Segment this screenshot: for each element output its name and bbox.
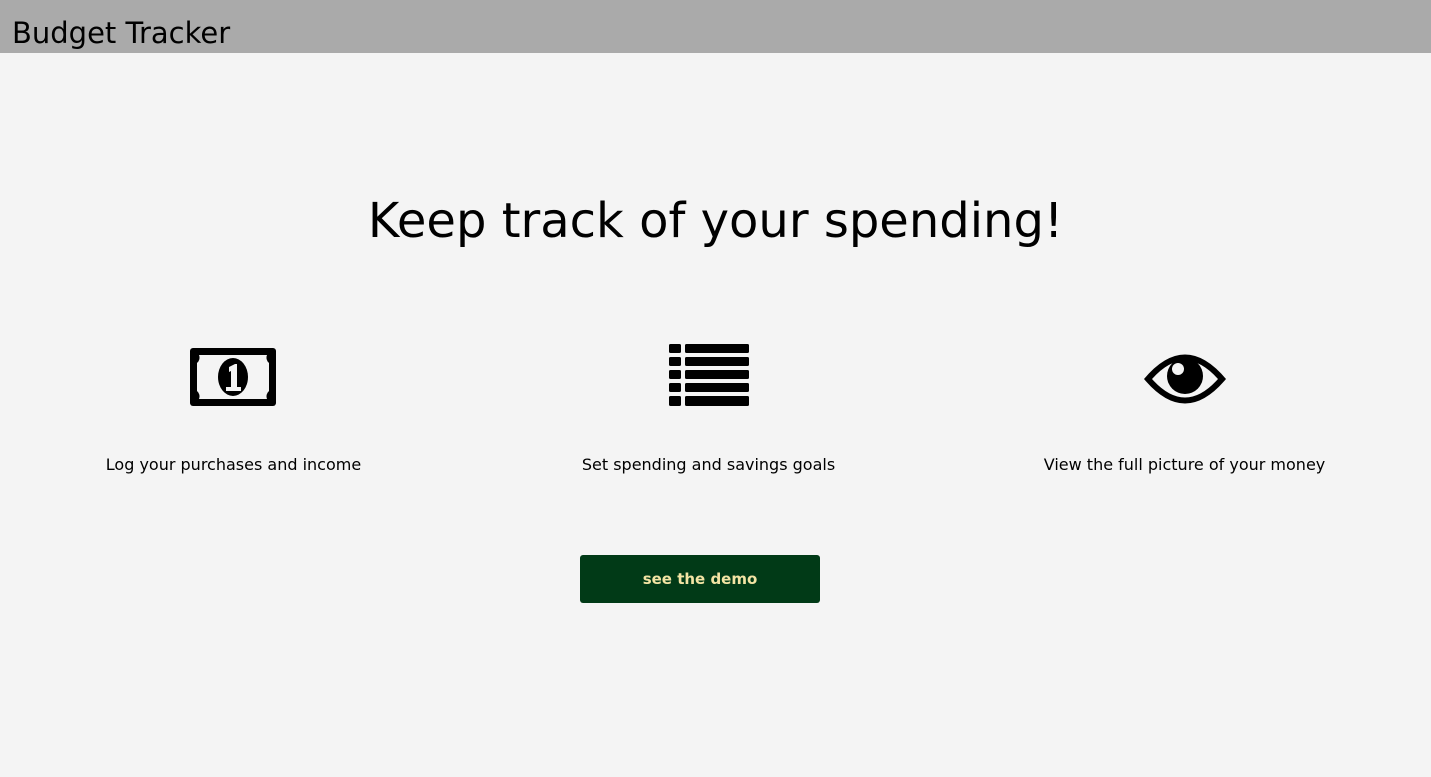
feature-label: Log your purchases and income	[105, 455, 362, 474]
page-headline: Keep track of your spending!	[367, 193, 1064, 249]
feature-set-goals: Set spending and savings goals	[470, 336, 947, 486]
money-bill-icon	[189, 336, 279, 416]
list-icon	[664, 336, 754, 416]
see-demo-button[interactable]: see the demo	[580, 555, 820, 603]
feature-view-picture: View the full picture of your money	[946, 336, 1423, 486]
eye-icon	[1140, 336, 1230, 416]
feature-label: View the full picture of your money	[1043, 455, 1326, 474]
feature-log-purchases: Log your purchases and income	[0, 336, 472, 486]
app-title: Budget Tracker	[12, 16, 231, 50]
header-bar: Budget Tracker	[0, 0, 1431, 53]
feature-label: Set spending and savings goals	[581, 455, 836, 474]
